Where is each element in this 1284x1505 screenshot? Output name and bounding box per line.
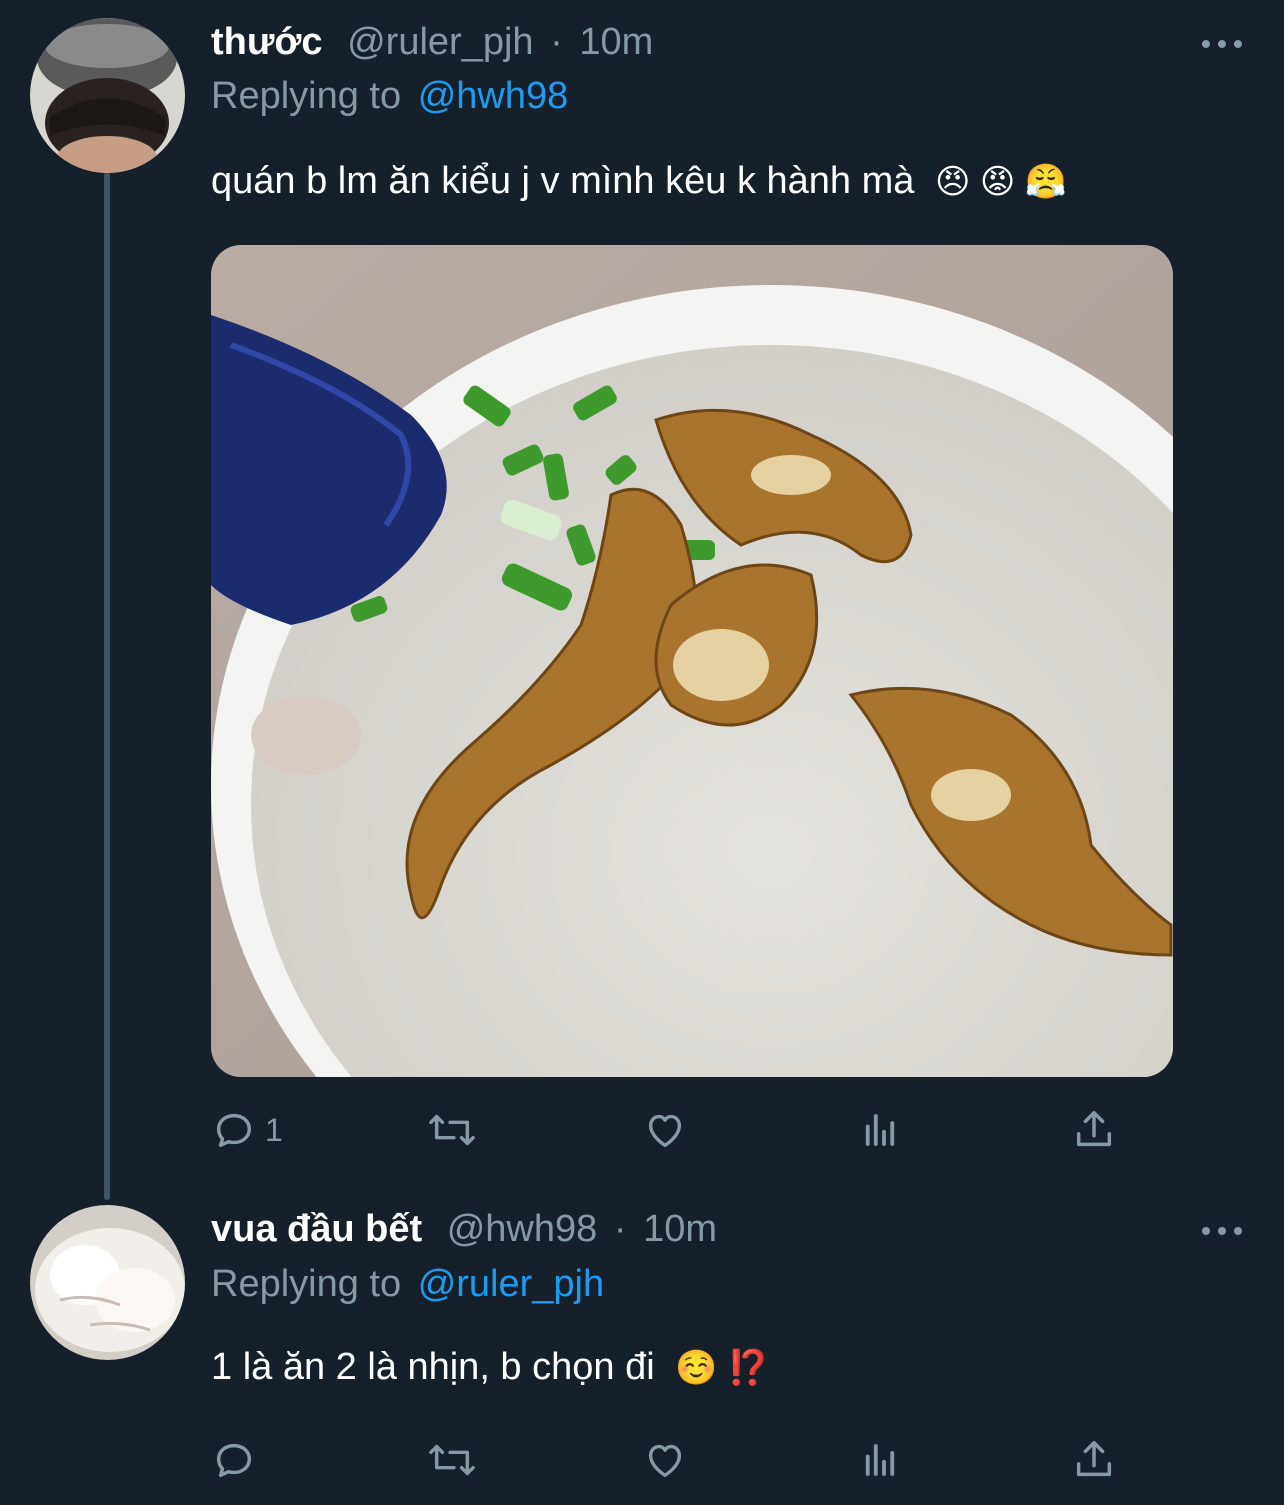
like-button[interactable]	[641, 1100, 697, 1160]
avatar[interactable]	[30, 1205, 185, 1360]
retweet-icon	[429, 1114, 475, 1146]
like-button[interactable]	[641, 1430, 697, 1490]
share-button[interactable]	[1071, 1430, 1117, 1490]
tweet-text-body: quán b lm ăn kiểu j v mình kêu k hành mà	[211, 160, 915, 202]
share-icon	[1076, 1111, 1112, 1147]
user-handle[interactable]: @hwh98	[447, 1208, 598, 1250]
display-name[interactable]: vua đầu bết	[211, 1208, 422, 1250]
analytics-button[interactable]	[859, 1430, 901, 1490]
tweet-ruler-pjh[interactable]: thước @ruler_pjh · 10m Replying to @hwh9…	[0, 0, 1284, 1200]
retweet-icon	[429, 1444, 475, 1476]
replying-to-line: Replying to @ruler_pjh	[211, 1263, 604, 1306]
tweet-text: 1 là ăn 2 là nhịn, b chọn đi ☺️ ⁉️	[211, 1346, 769, 1389]
tweet-text-body: 1 là ăn 2 là nhịn, b chọn đi	[211, 1346, 655, 1388]
tweet-header: vua đầu bết @hwh98 · 10m	[211, 1208, 717, 1251]
analytics-icon	[865, 1114, 895, 1146]
avatar[interactable]	[30, 18, 185, 173]
reply-icon	[216, 1113, 252, 1148]
separator-dot: ·	[550, 21, 563, 63]
tweet-text: quán b lm ăn kiểu j v mình kêu k hành mà…	[211, 160, 1067, 203]
tweet-emojis: ☺️ ⁉️	[675, 1349, 770, 1387]
reply-icon	[216, 1443, 252, 1478]
analytics-icon	[865, 1444, 895, 1476]
more-options-icon[interactable]	[1202, 38, 1242, 50]
replying-to-mention[interactable]: @hwh98	[418, 75, 569, 117]
reply-button[interactable]	[211, 1430, 265, 1490]
timestamp[interactable]: 10m	[579, 21, 653, 63]
tweet-photo-congee[interactable]	[211, 245, 1173, 1077]
display-name[interactable]: thước	[211, 21, 323, 63]
tweet-emojis: 😠 😡 😤	[934, 163, 1068, 201]
replying-to-line: Replying to @hwh98	[211, 75, 568, 118]
share-button[interactable]	[1071, 1100, 1117, 1160]
replying-to-mention[interactable]: @ruler_pjh	[418, 1263, 604, 1305]
reply-count: 1	[265, 1111, 283, 1148]
tweet-hwh98[interactable]: vua đầu bết @hwh98 · 10m Replying to @ru…	[0, 1200, 1284, 1505]
retweet-button[interactable]	[425, 1100, 487, 1160]
like-icon	[648, 1444, 682, 1478]
timestamp[interactable]: 10m	[643, 1208, 717, 1250]
like-icon	[648, 1114, 682, 1148]
tweet-actions: 1	[211, 1100, 1131, 1160]
share-icon	[1076, 1441, 1112, 1477]
reply-button[interactable]: 1	[211, 1100, 283, 1160]
analytics-button[interactable]	[859, 1100, 901, 1160]
separator-dot: ·	[613, 1208, 627, 1250]
tweet-actions	[211, 1430, 1131, 1490]
replying-prefix: Replying to	[211, 75, 402, 117]
retweet-button[interactable]	[425, 1430, 487, 1490]
replying-prefix: Replying to	[211, 1263, 402, 1305]
more-options-icon[interactable]	[1202, 1225, 1242, 1237]
user-handle[interactable]: @ruler_pjh	[347, 21, 533, 63]
tweet-header: thước @ruler_pjh · 10m	[211, 21, 653, 64]
